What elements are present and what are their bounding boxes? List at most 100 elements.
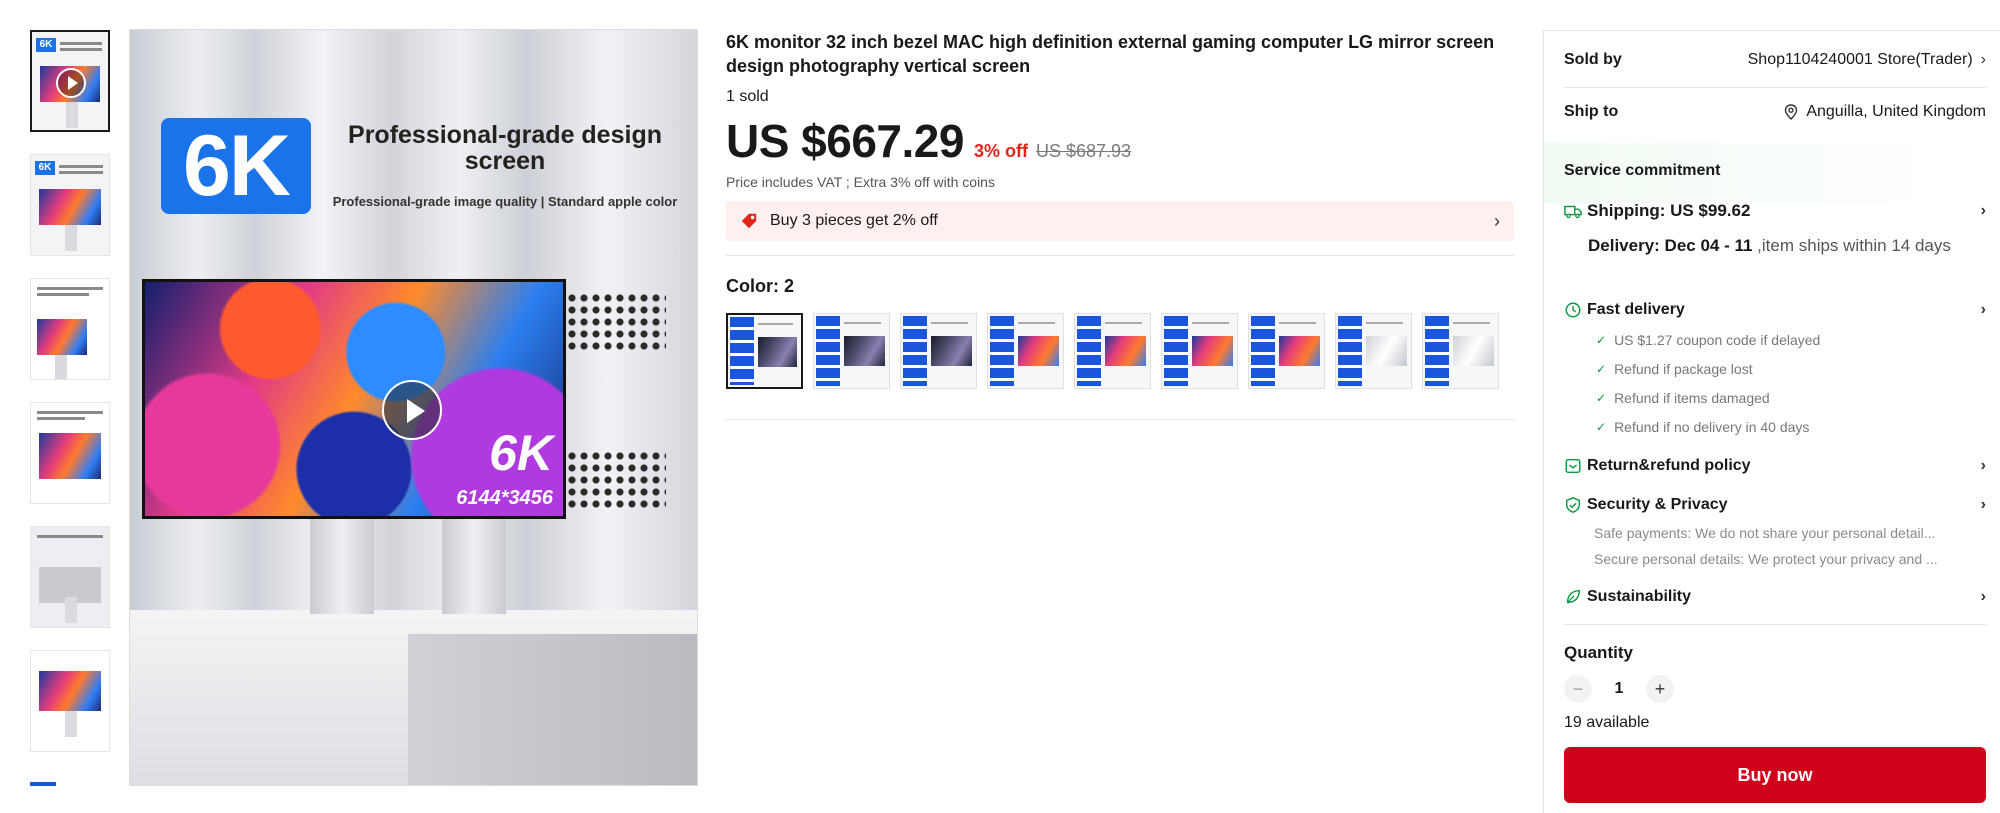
screen-6k-label: 6K — [489, 425, 553, 481]
store-name: Shop1104240001 Store(Trader) — [1747, 51, 1973, 68]
color-swatches — [726, 313, 1514, 389]
ship-to-value: Anguilla, United Kingdom — [1784, 103, 1986, 121]
buy-now-button[interactable]: Buy now — [1564, 747, 1986, 803]
promo-banner[interactable]: Buy 3 pieces get 2% off › — [726, 201, 1514, 241]
thumbnail-6k-badge: 6K — [35, 161, 55, 175]
thumbnail-image[interactable] — [30, 650, 110, 752]
color-swatch[interactable] — [987, 313, 1064, 389]
grille-pattern — [566, 292, 666, 354]
play-icon[interactable] — [382, 380, 442, 440]
swatch-text-line — [1105, 322, 1142, 324]
fast-delivery-label: Fast delivery — [1587, 301, 1685, 318]
swatch-monitor-image — [758, 337, 797, 367]
chevron-right-icon: › — [1980, 202, 1986, 219]
check-icon: ✓ — [1596, 333, 1607, 347]
shield-check-icon — [1565, 497, 1581, 513]
swatch-text-line — [1192, 322, 1229, 324]
swatch-text-line — [1279, 322, 1316, 324]
grille-pattern — [566, 450, 666, 512]
sold-by-row[interactable]: Sold by Shop1104240001 Store(Trader) › — [1564, 51, 1986, 69]
guarantee-text: Refund if items damaged — [1614, 390, 1770, 406]
thumbnail-text-line — [59, 165, 103, 168]
sustainability-row[interactable]: Sustainability › — [1564, 588, 1986, 606]
shipping-cost: Shipping: US $99.62 — [1587, 201, 1751, 220]
color-swatch[interactable] — [726, 313, 803, 389]
swatch-spec-strip — [903, 316, 927, 386]
swatch-text-line — [1018, 322, 1055, 324]
increase-quantity-button[interactable]: + — [1646, 675, 1674, 703]
hero-title: Professional-grade design screen — [348, 121, 662, 175]
fast-clock-icon — [1565, 302, 1581, 318]
swatch-monitor-image — [1105, 336, 1146, 366]
guarantee-item: ✓ Refund if no delivery in 40 days — [1596, 419, 1809, 435]
swatch-spec-strip — [990, 316, 1014, 386]
delivery-dates: Delivery: Dec 04 - 11 — [1588, 236, 1753, 255]
price-row: US $667.29 3% off US $687.93 — [726, 114, 1514, 168]
color-swatch[interactable] — [900, 313, 977, 389]
thumbnail-text-line — [37, 287, 103, 290]
guarantee-text: Refund if no delivery in 40 days — [1614, 419, 1810, 435]
return-policy-row[interactable]: Return&refund policy › — [1564, 457, 1986, 475]
guarantee-text: US $1.27 coupon code if delayed — [1614, 332, 1821, 348]
chevron-right-icon: › — [1980, 301, 1986, 318]
thumbnail-monitor — [39, 433, 101, 479]
thumbnail-image[interactable]: 6K — [30, 154, 110, 256]
monitor-stand — [310, 519, 374, 614]
ship-to-row[interactable]: Ship to Anguilla, United Kingdom — [1564, 103, 1986, 121]
thumbnail-stand — [65, 711, 77, 737]
thumbnail-video[interactable]: 6K — [30, 30, 110, 132]
color-label: Color: 2 — [726, 276, 795, 296]
swatch-text-line — [1453, 322, 1490, 324]
swatch-text-line — [1366, 322, 1403, 324]
quantity-value[interactable]: 1 — [1592, 680, 1646, 698]
service-commitment-title: Service commitment — [1564, 162, 1721, 179]
play-icon — [56, 68, 86, 98]
chevron-right-icon: › — [1980, 588, 1986, 605]
decrease-quantity-button[interactable]: − — [1564, 675, 1592, 703]
guarantee-item: ✓ US $1.27 coupon code if delayed — [1596, 332, 1820, 348]
thumbnail-6k-badge: 6K — [36, 38, 56, 52]
desk-block — [408, 634, 697, 785]
thumbnail-text-line — [37, 293, 89, 296]
main-product-image[interactable]: 6K Professional-grade design screen Prof… — [129, 29, 698, 786]
thumbnail-monitor — [37, 319, 87, 355]
color-swatch[interactable] — [1335, 313, 1412, 389]
guarantee-item: ✓ Refund if package lost — [1596, 361, 1753, 377]
swatch-monitor-image — [1192, 336, 1233, 366]
divider — [1564, 87, 1986, 88]
swatch-monitor-image — [844, 336, 885, 366]
vat-note: Price includes VAT ; Extra 3% off with c… — [726, 174, 995, 190]
color-swatch[interactable] — [1161, 313, 1238, 389]
delivery-estimate: Delivery: Dec 04 - 11 ,item ships within… — [1588, 233, 1978, 258]
ship-to-location: Anguilla, United Kingdom — [1806, 103, 1986, 120]
thumbnail-image[interactable] — [30, 526, 110, 628]
swatch-monitor-image — [1279, 336, 1320, 366]
shipping-row[interactable]: Shipping: US $99.62 › — [1564, 201, 1986, 221]
hero-subtitle: Professional-grade image quality | Stand… — [332, 194, 678, 209]
thumbnail-image[interactable] — [30, 278, 110, 380]
swatch-spec-strip — [1338, 316, 1362, 386]
hero-6k-badge: 6K — [161, 118, 311, 214]
thumbnail-image[interactable] — [30, 402, 110, 504]
swatch-monitor-image — [931, 336, 972, 366]
security-label: Security & Privacy — [1587, 496, 1728, 513]
check-icon: ✓ — [1596, 420, 1607, 434]
monitor-screen: 6K 6144*3456 — [142, 279, 566, 519]
check-icon: ✓ — [1596, 362, 1607, 376]
color-swatch[interactable] — [813, 313, 890, 389]
divider — [1564, 624, 1986, 625]
fast-delivery-row[interactable]: Fast delivery › — [1564, 301, 1986, 319]
thumbnail-stand — [66, 102, 78, 128]
security-row[interactable]: Security & Privacy › — [1564, 496, 1986, 514]
ship-to-label: Ship to — [1564, 103, 1619, 120]
color-swatch[interactable] — [1248, 313, 1325, 389]
return-policy-label: Return&refund policy — [1587, 457, 1751, 474]
thumbnail-monitor — [39, 189, 101, 225]
color-swatch[interactable] — [1422, 313, 1499, 389]
price-tag-icon — [741, 213, 757, 229]
security-detail: Safe payments: We do not share your pers… — [1594, 525, 1936, 541]
color-swatch[interactable] — [1074, 313, 1151, 389]
thumbnail-stand — [65, 225, 77, 251]
original-price: US $687.93 — [1035, 141, 1132, 161]
thumbnail-text-line — [37, 535, 103, 538]
